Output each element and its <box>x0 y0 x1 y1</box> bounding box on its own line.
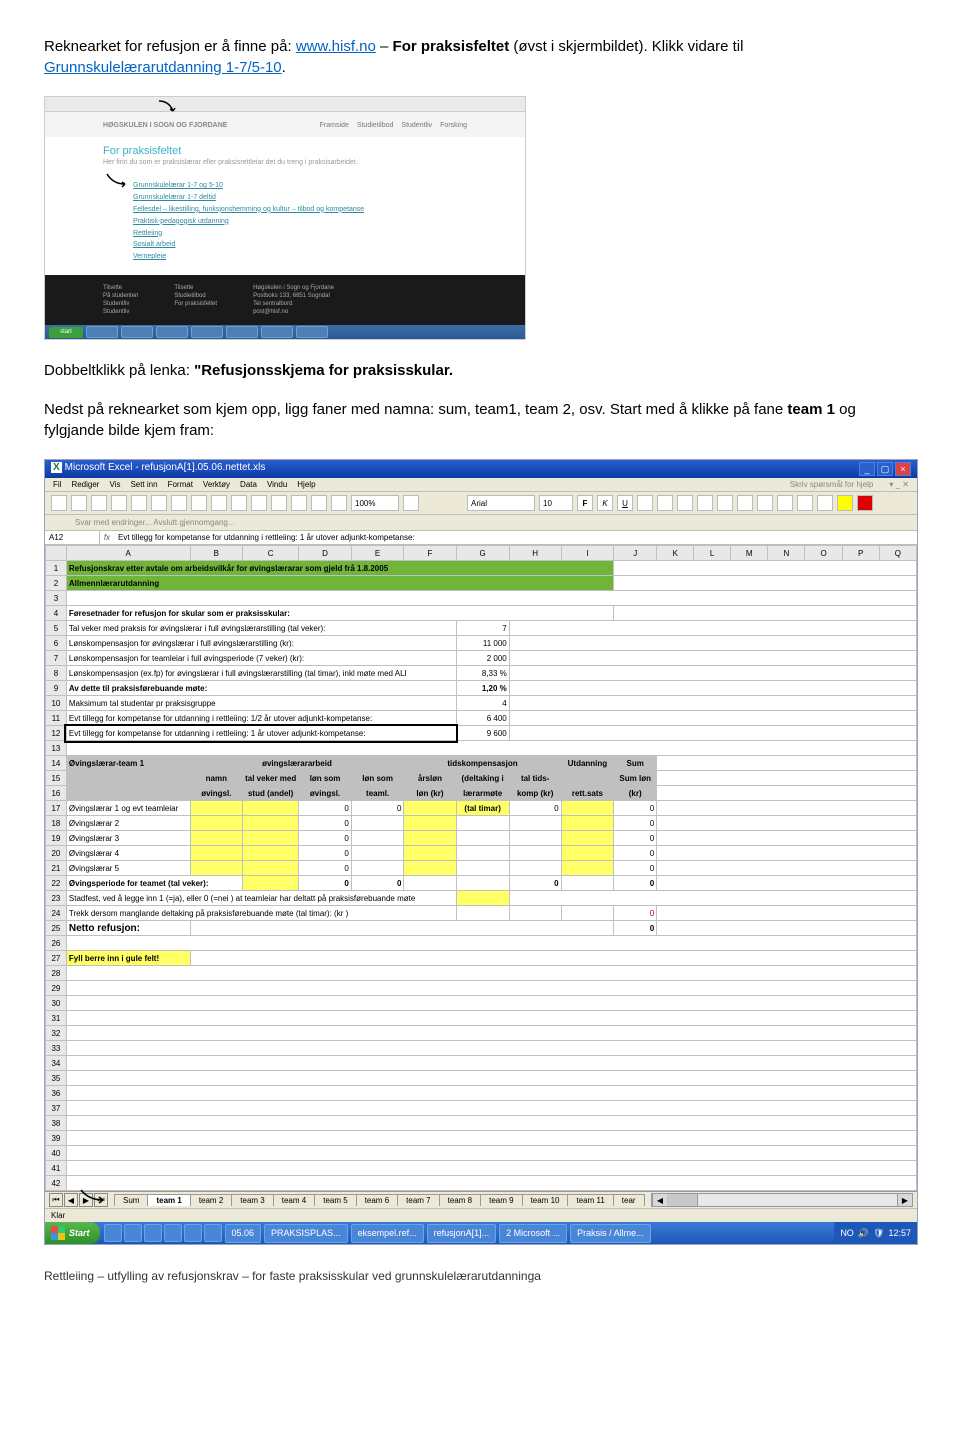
excel-screenshot: XMicrosoft Excel - refusjonA[1].05.06.ne… <box>44 459 918 1245</box>
link-hisf[interactable]: www.hisf.no <box>296 38 376 55</box>
page-footer: Rettleiing – utfylling av refusjonskrav … <box>44 1269 916 1283</box>
annotation-arrow-links <box>101 170 131 190</box>
open-icon <box>71 495 87 511</box>
ws-link: Vernepleie <box>133 251 467 263</box>
excel-menubar[interactable]: FilRedigerVisSett innFormatVerktøyDataVi… <box>45 478 917 492</box>
windows-taskbar[interactable]: Start 05.06 PRAKSISPLAS... eksempel.ref.… <box>45 1222 917 1244</box>
website-footer: TilsettePå studentenStudentlivStudentliv… <box>45 275 525 325</box>
formula-bar[interactable]: Evt tillegg for kompetanse for utdanning… <box>114 531 917 544</box>
ws-link: Grunnskulelærar 1-7 og 5-10 <box>133 180 467 192</box>
help-search[interactable]: Skriv spørsmål for hjelp <box>790 480 874 489</box>
print-icon <box>111 495 127 511</box>
new-icon <box>51 495 67 511</box>
standard-toolbar[interactable]: 100% Arial 10 F K U <box>45 492 917 515</box>
excel-window-title: XMicrosoft Excel - refusjonA[1].05.06.ne… <box>51 462 265 476</box>
ws-link: Fellesdel – likestilling, funksjonshemmi… <box>133 204 467 216</box>
ws-link: Grunnskulelærar 1-7 deltid <box>133 192 467 204</box>
taskbar-button: PRAKSISPLAS... <box>264 1224 348 1243</box>
website-page-title: For praksisfeltet <box>45 137 525 159</box>
sheet-tabbar[interactable]: ⏮◀▶⏭ Sum team 1 team 2 team 3 team 4 tea… <box>45 1191 917 1208</box>
annotation-arrow-tab <box>75 1186 109 1204</box>
bold-icon: F <box>577 495 593 511</box>
close-icon[interactable]: × <box>895 462 911 476</box>
taskbar-button: 2 Microsoft ... <box>499 1224 567 1243</box>
minimize-icon[interactable]: _ <box>859 462 875 476</box>
taskbar-button: eksempel.ref... <box>351 1224 424 1243</box>
maximize-icon[interactable]: ▢ <box>877 462 893 476</box>
start-button: Start <box>45 1222 100 1244</box>
taskbar-button: Praksis / Allme... <box>570 1224 651 1243</box>
website-taskbar: start <box>45 325 525 339</box>
ws-link: Rettleiing <box>133 228 467 240</box>
tab-first-icon: ⏮ <box>49 1193 63 1207</box>
zoom-select: 100% <box>351 495 399 511</box>
font-select: Arial <box>467 495 535 511</box>
status-bar: Klar <box>45 1208 917 1222</box>
intro-paragraph-3: Nedst på reknearket som kjem opp, ligg f… <box>44 399 916 441</box>
name-box[interactable]: A12 <box>45 531 100 544</box>
review-toolbar[interactable]: Svar med endringer... Avslutt gjennomgan… <box>45 515 917 531</box>
website-nav: FramsideStudietilbodStudentlivForsking <box>312 122 467 129</box>
intro-paragraph-2: Dobbeltklikk på lenka: "Refusjonsskjema … <box>44 360 916 381</box>
ws-link: Sosialt arbeid <box>133 239 467 251</box>
save-icon <box>91 495 107 511</box>
taskbar-button: refusjonA[1]... <box>427 1224 497 1243</box>
ws-link: Praktisk-pedagogisk utdanning <box>133 216 467 228</box>
annotation-arrow-top <box>151 99 181 115</box>
spreadsheet-grid[interactable]: ABCDEFGHIJKLMNOPQ 1Refusjonskrav etter a… <box>45 545 917 1191</box>
intro-paragraph-1: Reknearket for refusjon er å finne på: w… <box>44 36 916 78</box>
fontsize-select: 10 <box>539 495 573 511</box>
horizontal-scrollbar[interactable]: ◀▶ <box>651 1193 913 1207</box>
website-screenshot: HØGSKULEN I SOGN OG FJORDANE FramsideStu… <box>44 96 526 340</box>
website-logo: HØGSKULEN I SOGN OG FJORDANE <box>103 122 227 129</box>
link-gslu[interactable]: Grunnskulelærarutdanning 1-7/5-10 <box>44 59 282 76</box>
taskbar-button: 05.06 <box>225 1224 262 1243</box>
